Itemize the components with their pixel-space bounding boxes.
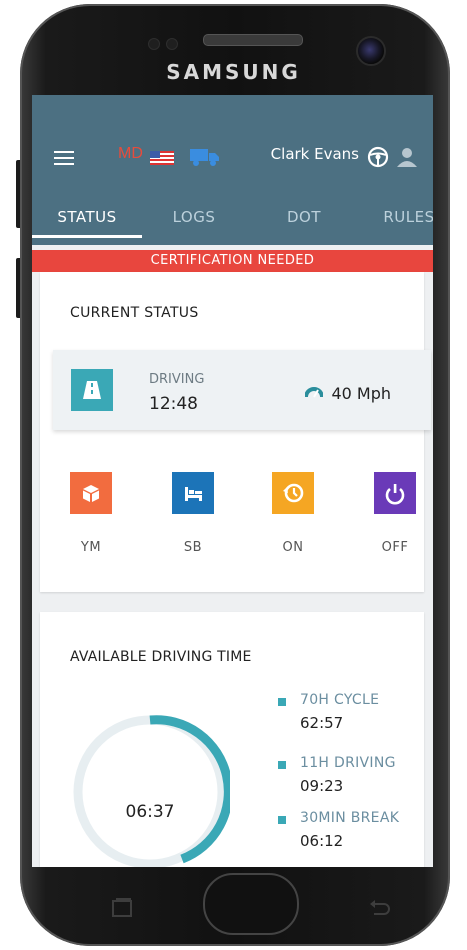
current-status-card: CURRENT STATUS DRIVING 12:48 40 Mph YM S… bbox=[40, 272, 431, 592]
available-driving-title: AVAILABLE DRIVING TIME bbox=[70, 649, 252, 665]
on-label: ON bbox=[282, 540, 304, 555]
app-screen: MD Clark Evans STATUS LOGS DOT RULES CER… bbox=[32, 95, 433, 867]
back-icon[interactable] bbox=[368, 898, 392, 916]
current-speed: 40 Mph bbox=[331, 384, 391, 403]
app-header: MD Clark Evans STATUS LOGS DOT RULES bbox=[32, 125, 433, 245]
speedometer-icon bbox=[305, 387, 323, 398]
tab-rules[interactable]: RULES bbox=[364, 197, 433, 237]
sb-label: SB bbox=[183, 540, 203, 555]
steering-wheel-icon[interactable] bbox=[367, 146, 389, 168]
proximity-sensor bbox=[148, 38, 160, 50]
tab-status[interactable]: STATUS bbox=[32, 197, 142, 237]
cube-icon bbox=[83, 485, 99, 502]
tab-bar: STATUS LOGS DOT RULES bbox=[32, 197, 433, 237]
menu-icon[interactable] bbox=[54, 151, 74, 165]
driving-time-donut bbox=[73, 715, 230, 867]
ym-label: YM bbox=[80, 540, 102, 555]
system-status-bar bbox=[32, 95, 433, 125]
status-mode-label: DRIVING bbox=[149, 372, 205, 387]
available-driving-card: AVAILABLE DRIVING TIME 06:37 70H CYCLE 6… bbox=[40, 612, 424, 867]
donut-value: 06:37 bbox=[125, 802, 175, 822]
active-tab-indicator bbox=[32, 235, 142, 238]
current-status-title: CURRENT STATUS bbox=[70, 305, 199, 321]
off-label: OFF bbox=[381, 540, 409, 555]
ym-button[interactable] bbox=[70, 472, 112, 514]
light-sensor bbox=[166, 38, 178, 50]
bed-icon bbox=[185, 487, 202, 501]
road-icon bbox=[71, 369, 113, 411]
power-icon bbox=[385, 484, 405, 505]
co-driver-icon[interactable] bbox=[395, 145, 419, 169]
driver-name[interactable]: Clark Evans bbox=[271, 145, 359, 163]
status-mode-time: 12:48 bbox=[149, 394, 198, 414]
us-flag-icon bbox=[150, 151, 174, 165]
driving-status-row[interactable]: DRIVING 12:48 40 Mph bbox=[53, 350, 431, 430]
truck-icon[interactable] bbox=[190, 147, 220, 167]
sb-button[interactable] bbox=[172, 472, 214, 514]
region-code: MD bbox=[118, 145, 143, 162]
certification-banner[interactable]: CERTIFICATION NEEDED bbox=[32, 250, 433, 272]
recent-apps-icon[interactable] bbox=[110, 898, 134, 918]
device-brand: SAMSUNG bbox=[166, 60, 301, 84]
home-button[interactable] bbox=[203, 873, 299, 935]
earpiece-speaker bbox=[203, 34, 303, 46]
tab-logs[interactable]: LOGS bbox=[144, 197, 244, 237]
history-icon bbox=[283, 483, 304, 503]
off-button[interactable] bbox=[374, 472, 416, 514]
on-button[interactable] bbox=[272, 472, 314, 514]
tab-dot[interactable]: DOT bbox=[254, 197, 354, 237]
